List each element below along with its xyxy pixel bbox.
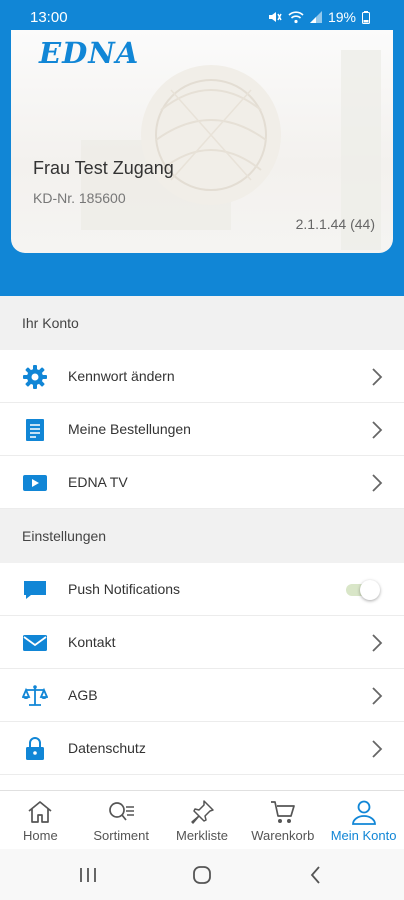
mute-icon: [268, 12, 282, 22]
row-change-password[interactable]: Kennwort ändern: [0, 350, 404, 403]
battery-icon: [362, 10, 370, 24]
chevron-right-icon: [372, 634, 383, 652]
account-header: 13:00 19% EDNA Frau Test Zugang KD-Nr. 1…: [0, 0, 404, 296]
push-notifications-toggle[interactable]: [344, 579, 382, 601]
chevron-right-icon: [372, 740, 383, 758]
gear-icon: [22, 364, 48, 390]
nav-label: Sortiment: [93, 828, 150, 843]
nav-label: Home: [23, 828, 58, 843]
chevron-right-icon: [372, 421, 383, 439]
edna-logo: EDNA: [39, 36, 140, 70]
row-label: EDNA TV: [68, 474, 128, 490]
customer-number: KD-Nr. 185600: [33, 190, 126, 206]
cart-icon: [270, 801, 295, 823]
chevron-right-icon: [372, 474, 383, 492]
app-version: 2.1.1.44 (44): [295, 216, 375, 232]
play-icon: [22, 470, 48, 496]
row-terms[interactable]: AGB: [0, 669, 404, 722]
status-bar: 13:00 19%: [0, 0, 404, 34]
signal-icon: [309, 11, 322, 23]
row-contact[interactable]: Kontakt: [0, 616, 404, 669]
nav-merkliste[interactable]: Merkliste: [162, 791, 243, 849]
customer-card: EDNA Frau Test Zugang KD-Nr. 185600 2.1.…: [11, 30, 393, 253]
nav-warenkorb[interactable]: Warenkorb: [242, 791, 323, 849]
row-my-orders[interactable]: Meine Bestellungen: [0, 403, 404, 456]
section-header-account: Ihr Konto: [0, 296, 404, 350]
home-button-icon[interactable]: [190, 863, 214, 887]
nav-label: Merkliste: [175, 828, 228, 843]
section-header-settings: Einstellungen: [0, 509, 404, 563]
chevron-right-icon: [372, 687, 383, 705]
bottom-navigation: Home Sortiment Merkliste Warenkorb Mein …: [0, 790, 404, 849]
nav-mein-konto[interactable]: Mein Konto: [323, 791, 404, 849]
row-label: AGB: [68, 687, 98, 703]
home-icon: [28, 801, 52, 823]
row-label: Meine Bestellungen: [68, 421, 191, 437]
toggle-knob: [360, 580, 380, 600]
search-list-icon: [109, 802, 135, 821]
battery-percent: 19%: [327, 9, 356, 25]
recent-apps-icon[interactable]: [76, 863, 100, 887]
nav-sortiment[interactable]: Sortiment: [81, 791, 162, 849]
nav-home[interactable]: Home: [0, 791, 81, 849]
status-icons: 19%: [268, 9, 370, 25]
pin-icon: [191, 800, 214, 824]
document-icon: [22, 417, 48, 443]
row-label: Datenschutz: [68, 740, 146, 756]
customer-name: Frau Test Zugang: [33, 158, 174, 178]
system-navigation-bar: [0, 849, 404, 900]
user-icon: [351, 800, 376, 825]
section-title: Einstellungen: [22, 528, 107, 544]
row-push-notifications[interactable]: Push Notifications: [0, 563, 404, 616]
mail-icon: [22, 630, 48, 656]
back-icon[interactable]: [304, 863, 328, 887]
nav-label: Mein Konto: [330, 828, 397, 843]
row-label: Kontakt: [68, 634, 116, 650]
section-title: Ihr Konto: [22, 315, 79, 331]
wifi-icon: [288, 11, 304, 24]
status-time: 13:00: [30, 9, 68, 26]
row-privacy[interactable]: Datenschutz: [0, 722, 404, 775]
scale-icon: [22, 683, 48, 709]
row-label: Kennwort ändern: [68, 368, 175, 384]
nav-label: Warenkorb: [251, 828, 315, 843]
row-edna-tv[interactable]: EDNA TV: [0, 456, 404, 509]
chat-icon: [22, 577, 48, 603]
chevron-right-icon: [372, 368, 383, 386]
lock-icon: [22, 736, 48, 762]
row-label: Push Notifications: [68, 581, 181, 597]
